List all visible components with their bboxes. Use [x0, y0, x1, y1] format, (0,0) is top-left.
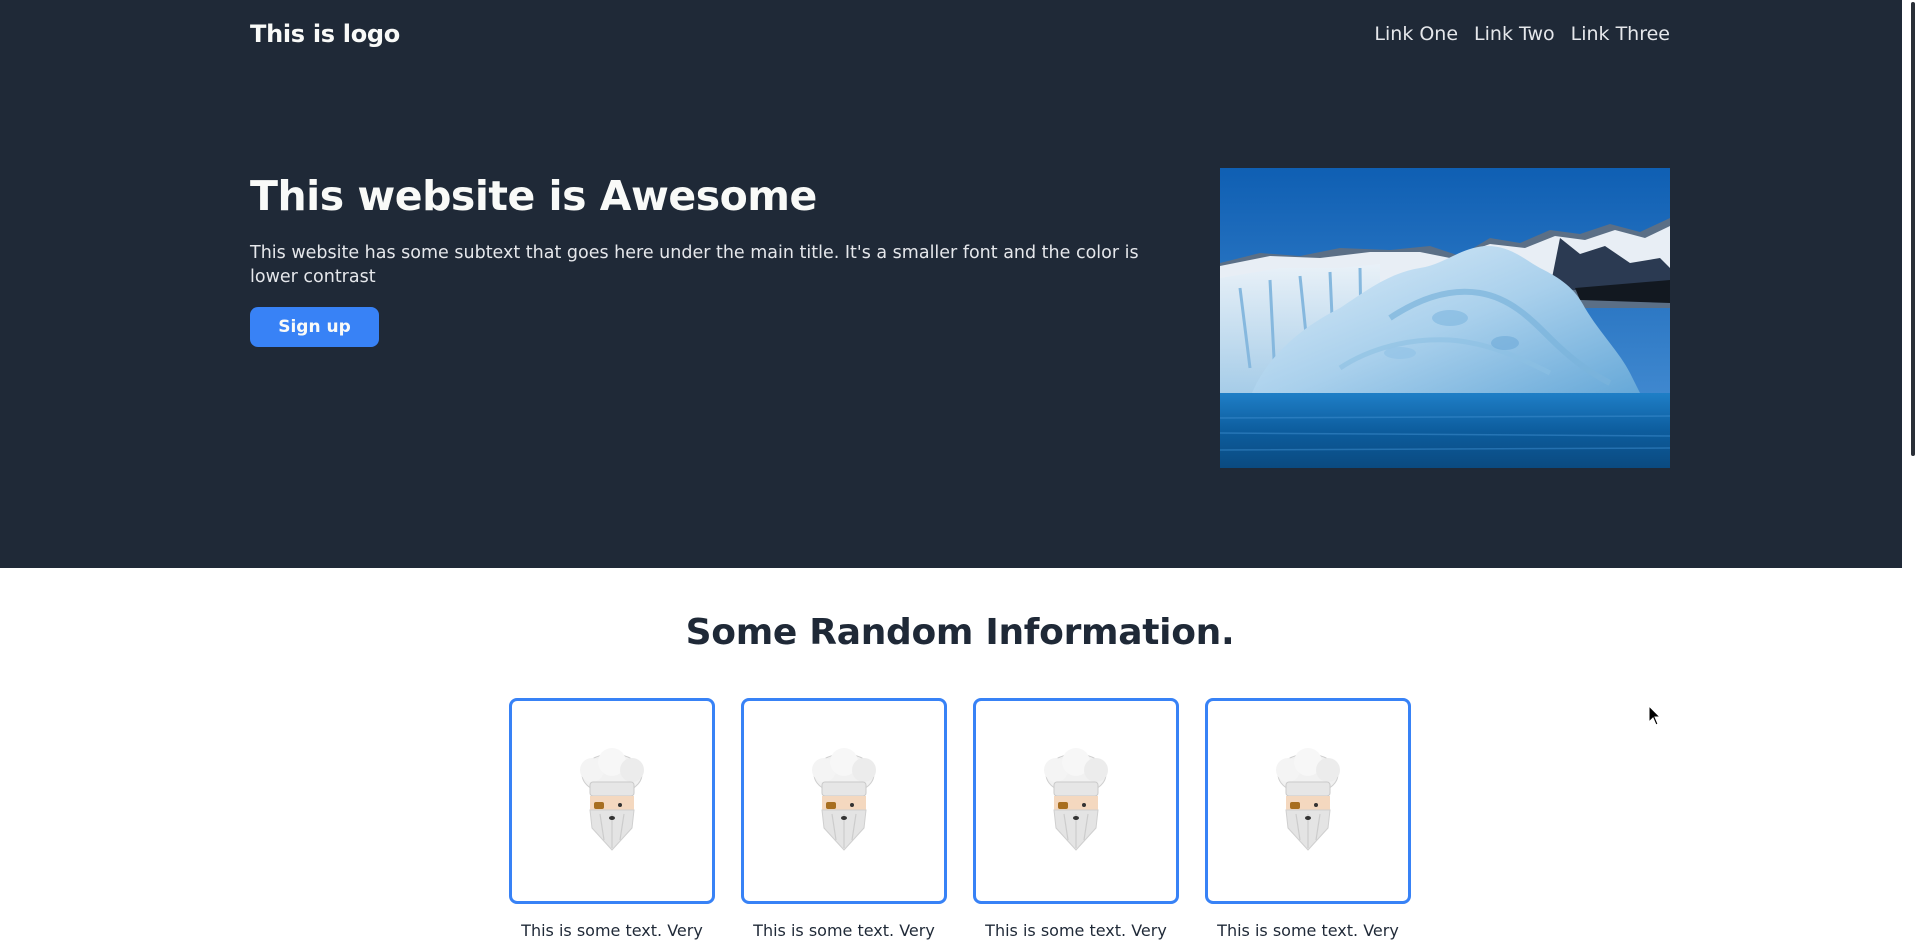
nav-link-one[interactable]: Link One: [1374, 20, 1458, 48]
card-text: This is some text. Very: [521, 921, 703, 940]
hero-image: [1220, 168, 1670, 468]
card-image-box: [741, 698, 947, 904]
scrollbar-thumb[interactable]: [1911, 2, 1915, 456]
card-list: This is some text. Very This is some tex…: [509, 698, 1411, 940]
mouse-cursor-icon: [1648, 705, 1662, 726]
nav-link-three[interactable]: Link Three: [1571, 20, 1670, 48]
hero-section: This is logo Link One Link Two Link Thre…: [0, 0, 1920, 568]
info-card: This is some text. Very: [973, 698, 1179, 940]
card-image-box: [1205, 698, 1411, 904]
card-image-box: [509, 698, 715, 904]
chef-icon: [580, 748, 644, 851]
hero-subtitle: This website has some subtext that goes …: [250, 243, 1139, 287]
main-nav: Link One Link Two Link Three: [1374, 20, 1670, 48]
chef-icon: [1276, 748, 1340, 851]
page-scrollbar[interactable]: [1902, 0, 1920, 940]
info-card: This is some text. Very: [1205, 698, 1411, 940]
card-text: This is some text. Very: [753, 921, 935, 940]
chef-icon: [812, 748, 876, 851]
nav-link-two[interactable]: Link Two: [1474, 20, 1555, 48]
info-card: This is some text. Very: [741, 698, 947, 940]
card-image-box: [973, 698, 1179, 904]
signup-button[interactable]: Sign up: [250, 307, 379, 347]
card-text: This is some text. Very: [985, 921, 1167, 940]
card-text: This is some text. Very: [1217, 921, 1399, 940]
info-card: This is some text. Very: [509, 698, 715, 940]
chef-icon: [1044, 748, 1108, 851]
hero-title: This website is Awesome: [250, 172, 817, 220]
info-title: Some Random Information.: [685, 612, 1235, 653]
site-logo[interactable]: This is logo: [250, 18, 400, 50]
